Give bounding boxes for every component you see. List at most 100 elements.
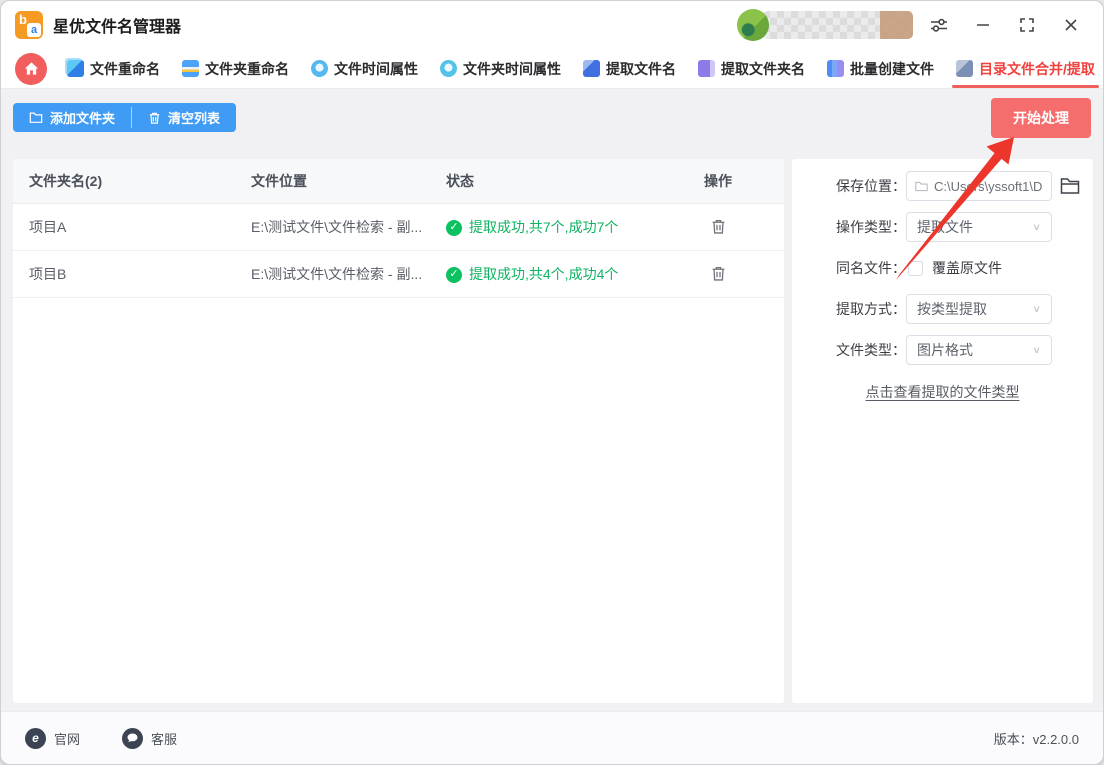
folder-icon	[29, 111, 43, 124]
extract-foldername-icon	[698, 60, 715, 77]
extract-filename-icon	[583, 60, 600, 77]
tab-bar: 文件重命名 文件夹重命名 文件时间属性 文件夹时间属性 提取文件名 提取文件夹名	[1, 49, 1103, 89]
save-location-value: C:\Users\yssoft1\D	[934, 179, 1042, 194]
operation-type-value: 提取文件	[917, 217, 973, 237]
close-button[interactable]	[1053, 9, 1089, 41]
save-location-row: 保存位置： C:\Users\yssoft1\D	[792, 171, 1093, 201]
save-location-label: 保存位置：	[792, 176, 906, 196]
tab-file-rename[interactable]: 文件重命名	[67, 49, 160, 88]
customer-service-link[interactable]: 客服	[122, 728, 177, 749]
delete-row-button[interactable]	[711, 251, 726, 298]
merge-extract-icon	[956, 60, 973, 77]
official-website-link[interactable]: e 官网	[25, 728, 80, 749]
cell-folder-name: 项目B	[29, 251, 244, 298]
view-file-types-link[interactable]: 点击查看提取的文件类型	[866, 384, 1020, 400]
cell-folder-name: 项目A	[29, 204, 244, 251]
content-area: 添加文件夹 清空列表 开始处理 文件夹名(2) 文件位置 状态 操作 项目A E…	[1, 89, 1103, 711]
app-window: ba 星优文件名管理器	[0, 0, 1104, 765]
operation-type-label: 操作类型：	[792, 217, 906, 237]
user-info-redacted	[763, 11, 913, 39]
file-type-value: 图片格式	[917, 340, 973, 360]
chevron-down-icon: ∨	[1032, 344, 1041, 355]
settings-sliders-icon[interactable]	[921, 9, 957, 41]
maximize-button[interactable]	[1009, 9, 1045, 41]
extract-method-value: 按类型提取	[917, 299, 987, 319]
trash-icon	[711, 265, 726, 282]
table-row: 项目A E:\测试文件\文件检索 - 副... ✓ 提取成功,共7个,成功7个	[13, 204, 784, 251]
list-action-buttons: 添加文件夹 清空列表	[13, 103, 236, 132]
tab-folder-time-attr[interactable]: 文件夹时间属性	[440, 49, 561, 88]
file-type-select[interactable]: 图片格式 ∨	[906, 335, 1052, 365]
website-globe-icon: e	[25, 728, 46, 749]
tab-label: 文件夹时间属性	[463, 59, 561, 79]
tab-folder-rename[interactable]: 文件夹重命名	[182, 49, 289, 88]
folder-time-icon	[440, 60, 457, 77]
same-name-label: 同名文件：	[792, 258, 906, 278]
app-logo-icon: ba	[15, 11, 43, 39]
minimize-button[interactable]	[965, 9, 1001, 41]
cell-file-location: E:\测试文件\文件检索 - 副...	[251, 251, 441, 298]
table-row: 项目B E:\测试文件\文件检索 - 副... ✓ 提取成功,共4个,成功4个	[13, 251, 784, 298]
save-location-field[interactable]: C:\Users\yssoft1\D	[906, 171, 1052, 201]
operation-type-select[interactable]: 提取文件 ∨	[906, 212, 1052, 242]
file-rename-icon	[67, 60, 84, 77]
add-folder-button[interactable]: 添加文件夹	[13, 103, 131, 132]
app-title: 星优文件名管理器	[53, 13, 181, 37]
clear-list-button[interactable]: 清空列表	[132, 103, 236, 132]
tab-file-time-attr[interactable]: 文件时间属性	[311, 49, 418, 88]
add-folder-label: 添加文件夹	[50, 108, 115, 127]
header-file-location: 文件位置	[251, 159, 441, 204]
tab-label: 文件夹重命名	[205, 59, 289, 79]
tab-extract-filename[interactable]: 提取文件名	[583, 49, 676, 88]
file-type-label: 文件类型：	[792, 340, 906, 360]
chevron-down-icon: ∨	[1032, 221, 1041, 232]
header-folder-name: 文件夹名(2)	[29, 159, 244, 204]
chevron-down-icon: ∨	[1032, 303, 1041, 314]
website-label: 官网	[54, 729, 80, 748]
success-check-icon: ✓	[446, 220, 462, 236]
tab-label: 批量创建文件	[850, 59, 934, 79]
trash-icon	[148, 111, 161, 125]
batch-create-icon	[827, 60, 844, 77]
same-name-row: 同名文件： 覆盖原文件	[792, 253, 1093, 283]
tab-label: 文件时间属性	[334, 59, 418, 79]
cell-status: 提取成功,共7个,成功7个	[469, 204, 618, 251]
tab-merge-extract[interactable]: 目录文件合并/提取	[956, 49, 1095, 88]
chat-bubble-icon	[122, 728, 143, 749]
tab-label: 提取文件夹名	[721, 59, 805, 79]
start-processing-button[interactable]: 开始处理	[991, 98, 1091, 138]
file-type-row: 文件类型： 图片格式 ∨	[792, 335, 1093, 365]
extract-method-label: 提取方式：	[792, 299, 906, 319]
overwrite-label: 覆盖原文件	[932, 258, 1002, 278]
tab-batch-create[interactable]: 批量创建文件	[827, 49, 934, 88]
browse-folder-button[interactable]	[1052, 177, 1082, 195]
cell-file-location: E:\测试文件\文件检索 - 副...	[251, 204, 441, 251]
tab-label: 文件重命名	[90, 59, 160, 79]
title-bar: ba 星优文件名管理器	[1, 1, 1103, 49]
folder-rename-icon	[182, 60, 199, 77]
open-folder-icon	[1060, 177, 1082, 195]
success-check-icon: ✓	[446, 267, 462, 283]
settings-panel: 保存位置： C:\Users\yssoft1\D 操作类型： 提取文件	[792, 159, 1093, 703]
tab-label: 提取文件名	[606, 59, 676, 79]
trash-icon	[711, 218, 726, 235]
overwrite-checkbox[interactable]	[908, 261, 923, 276]
footer-bar: e 官网 客服 版本：v2.2.0.0	[1, 711, 1103, 764]
table-header-row: 文件夹名(2) 文件位置 状态 操作	[13, 159, 784, 204]
support-label: 客服	[151, 729, 177, 748]
folder-icon	[915, 181, 928, 192]
home-button[interactable]	[15, 53, 47, 85]
clear-list-label: 清空列表	[168, 108, 220, 127]
extract-method-row: 提取方式： 按类型提取 ∨	[792, 294, 1093, 324]
user-avatar[interactable]	[737, 9, 769, 41]
extract-method-select[interactable]: 按类型提取 ∨	[906, 294, 1052, 324]
header-action: 操作	[681, 159, 755, 204]
folder-list-table: 文件夹名(2) 文件位置 状态 操作 项目A E:\测试文件\文件检索 - 副.…	[13, 159, 784, 703]
header-status: 状态	[446, 159, 696, 204]
operation-type-row: 操作类型： 提取文件 ∨	[792, 212, 1093, 242]
file-time-icon	[311, 60, 328, 77]
user-account-area[interactable]	[737, 9, 913, 41]
version-text: 版本：v2.2.0.0	[994, 729, 1079, 748]
tab-extract-foldername[interactable]: 提取文件夹名	[698, 49, 805, 88]
delete-row-button[interactable]	[711, 204, 726, 251]
